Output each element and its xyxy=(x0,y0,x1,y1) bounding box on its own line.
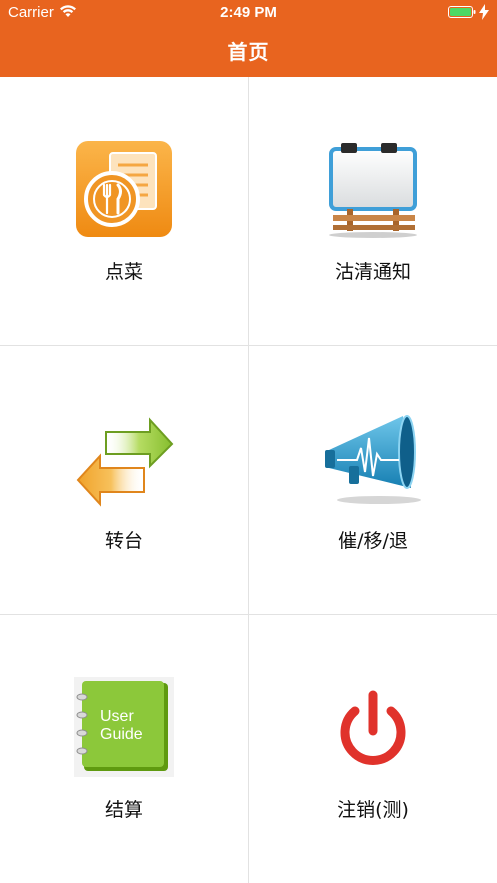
menu-item-transfer-table[interactable]: 转台 xyxy=(0,346,248,614)
menu-item-order[interactable]: 点菜 xyxy=(0,77,248,345)
page-title: 首页 xyxy=(227,40,270,64)
book-cover-text-guide: Guide xyxy=(100,726,143,743)
navigation-bar: Carrier 2:49 PM 首页 xyxy=(0,0,497,77)
battery-icon xyxy=(448,6,476,18)
grid-divider-vertical xyxy=(248,77,249,883)
menu-item-rush-move-return[interactable]: 催/移/退 xyxy=(249,346,497,614)
status-time: 2:49 PM xyxy=(220,4,277,21)
menu-item-label: 注销(测) xyxy=(337,799,409,821)
charging-bolt-icon xyxy=(479,4,489,20)
menu-item-label: 沽清通知 xyxy=(334,261,411,283)
book-cover-text-user: User xyxy=(100,708,134,725)
transfer-arrows-icon xyxy=(74,408,174,508)
menu-item-logout[interactable]: 注销(测) xyxy=(249,615,497,883)
menu-item-soldout-notice[interactable]: 沽清通知 xyxy=(249,77,497,345)
home-screen: Carrier 2:49 PM 首页 点菜 沽清通知 转台 催/移/退 User… xyxy=(0,0,497,883)
menu-item-checkout[interactable]: User Guide 结算 xyxy=(0,615,248,883)
user-guide-book-icon: User Guide xyxy=(74,677,174,777)
notice-board-icon xyxy=(323,139,423,239)
menu-item-label: 点菜 xyxy=(104,261,143,283)
menu-item-label: 转台 xyxy=(104,530,143,552)
status-bar: Carrier 2:49 PM xyxy=(0,0,497,26)
power-icon xyxy=(323,677,423,777)
grid-divider-horizontal xyxy=(0,345,497,346)
menu-item-label: 催/移/退 xyxy=(338,530,408,552)
megaphone-icon xyxy=(323,408,423,508)
dining-menu-icon xyxy=(74,139,174,239)
grid-divider-horizontal xyxy=(0,614,497,615)
menu-item-label: 结算 xyxy=(104,799,143,821)
